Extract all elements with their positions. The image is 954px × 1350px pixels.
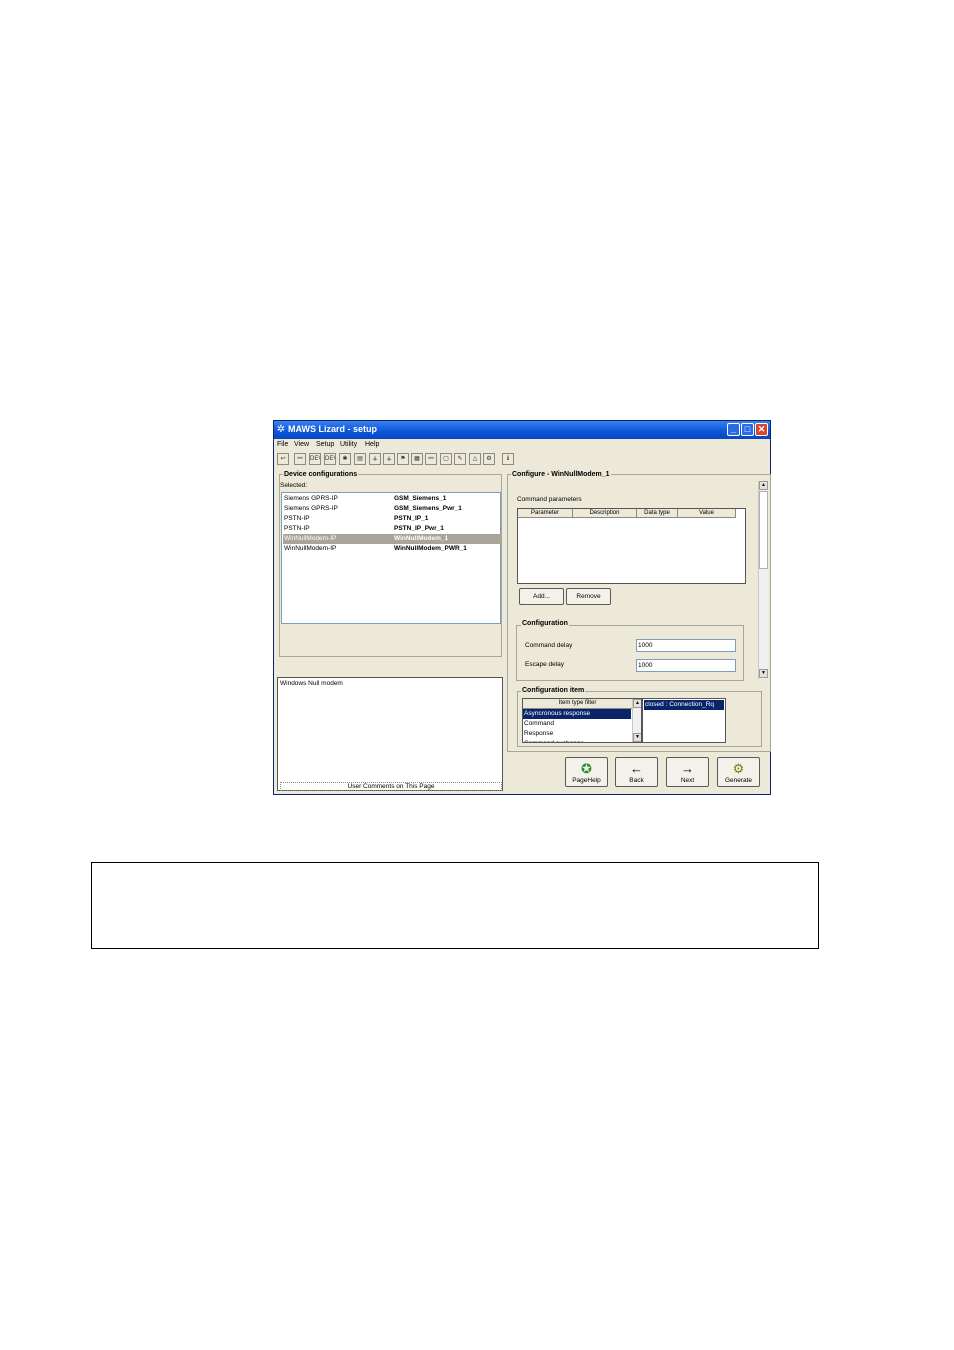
menu-setup[interactable]: Setup <box>316 441 334 448</box>
scroll-up-arrow[interactable]: ▲ <box>759 481 768 490</box>
comment-footer: User Comments on This Page <box>280 782 502 791</box>
configuration-group <box>516 625 744 681</box>
filter-scroll-down[interactable]: ▼ <box>633 733 641 742</box>
wind-2-icon[interactable]: ⚶ <box>383 453 395 465</box>
filter-scrollbar[interactable]: ▲ ▼ <box>632 699 641 742</box>
page-icon[interactable]: ▢ <box>440 453 452 465</box>
next-label: Next <box>680 777 695 784</box>
close-button[interactable]: ✕ <box>755 423 768 436</box>
undo-icon[interactable]: ↩ <box>277 453 289 465</box>
device-type: Siemens GPRS-IP <box>284 505 338 512</box>
device-edit-icon[interactable]: DEV <box>324 453 336 465</box>
title-bar[interactable]: ✲ MAWS Lizard - setup _ □ ✕ <box>274 421 770 439</box>
filter-item[interactable]: Response <box>523 729 631 739</box>
menu-view[interactable]: View <box>294 441 309 448</box>
escape-delay-label: Escape delay <box>525 661 565 668</box>
device-name: PSTN_IP_1 <box>394 515 429 522</box>
app-window: ✲ MAWS Lizard - setup _ □ ✕ File View Se… <box>273 420 771 795</box>
filter-scroll-up[interactable]: ▲ <box>633 699 641 708</box>
item-type-filter-header[interactable]: Item type filter <box>523 699 632 709</box>
empty-frame <box>91 862 819 949</box>
filter-item[interactable]: Asyncronous response <box>523 709 631 719</box>
config-item-value[interactable]: closed : Connection_Rq <box>644 700 724 710</box>
next-arrow-icon: → <box>681 761 694 776</box>
window-title: MAWS Lizard - setup <box>288 424 378 434</box>
command-parameters-table: Parameter Description Data type Value <box>517 508 746 584</box>
item-type-filter-list[interactable]: Item type filter Asyncronous response Com… <box>522 698 642 743</box>
pagehelp-icon: ✪ <box>581 761 592 776</box>
toolbar: ↩⚯DEVDEV✱▤⚶⚶⚑▦⚯▢✎△⚙ℹ <box>274 452 770 468</box>
configuration-item-title: Configuration item <box>521 687 586 694</box>
link-icon[interactable]: ⚯ <box>425 453 437 465</box>
add-button[interactable]: Add... <box>519 588 564 605</box>
edit-icon[interactable]: ✎ <box>454 453 466 465</box>
command-delay-label: Command delay <box>525 642 573 649</box>
back-label: Back <box>629 777 644 784</box>
config-item-value-list[interactable]: closed : Connection_Rq <box>642 698 726 743</box>
app-icon: ✲ <box>276 424 286 435</box>
network-icon[interactable]: ⚯ <box>294 453 306 465</box>
col-parameter[interactable]: Parameter <box>518 509 573 518</box>
device-icon[interactable]: DEV <box>309 453 321 465</box>
filter-item[interactable]: Command <box>523 719 631 729</box>
next-button[interactable]: → Next <box>666 757 709 787</box>
device-type: WinNullModem-IP <box>284 545 337 552</box>
pagehelp-label: PageHelp <box>572 777 601 784</box>
back-button[interactable]: ← Back <box>615 757 658 787</box>
configuration-title: Configuration <box>521 620 569 627</box>
device-configurations-title: Device configurations <box>283 471 359 478</box>
configure-title: Configure - WinNullModem_1 <box>511 471 611 478</box>
menu-file[interactable]: File <box>277 441 288 448</box>
device-list: Siemens GPRS-IP GSM_Siemens_1 Siemens GPRS… <box>281 492 501 624</box>
menu-help[interactable]: Help <box>365 441 379 448</box>
menu-bar: File View Setup Utility Help <box>274 439 770 451</box>
generate-label: Generate <box>724 777 753 784</box>
maximize-button[interactable]: □ <box>741 423 754 436</box>
device-name: GSM_Siemens_1 <box>394 495 447 502</box>
command-parameters-label: Command parameters <box>517 496 582 503</box>
info-icon[interactable]: ℹ <box>502 453 514 465</box>
pagehelp-button[interactable]: ✪ PageHelp <box>565 757 608 787</box>
device-name: GSM_Siemens_Pwr_1 <box>394 505 462 512</box>
col-value[interactable]: Value <box>678 509 736 518</box>
flag-icon[interactable]: ⚑ <box>397 453 409 465</box>
list-item[interactable]: WinNullModem-IP WinNullModem_1 <box>283 534 501 544</box>
alarm-icon[interactable]: △ <box>469 453 481 465</box>
list-item[interactable]: PSTN-IP PSTN_IP_1 <box>283 514 501 524</box>
settings-icon[interactable]: ⚙ <box>483 453 495 465</box>
device-type: Siemens GPRS-IP <box>284 495 338 502</box>
filter-item[interactable]: Command exchange <box>523 739 631 742</box>
sensor-icon[interactable]: ✱ <box>339 453 351 465</box>
scroll-down-arrow[interactable]: ▼ <box>759 669 768 678</box>
comment-text: Windows Null modem <box>280 680 343 687</box>
col-description[interactable]: Description <box>573 509 637 518</box>
back-arrow-icon: ← <box>630 761 643 776</box>
col-data-type[interactable]: Data type <box>637 509 678 518</box>
escape-delay-input[interactable]: 1000 <box>636 659 736 672</box>
remove-button[interactable]: Remove <box>566 588 611 605</box>
comment-box[interactable]: Windows Null modem User Comments on This… <box>277 677 503 791</box>
logger-icon[interactable]: ▤ <box>354 453 366 465</box>
wind-icon[interactable]: ⚶ <box>369 453 381 465</box>
selected-label: Selected: <box>280 482 308 489</box>
list-item[interactable]: Siemens GPRS-IP GSM_Siemens_1 <box>283 494 501 504</box>
device-name: WinNullModem_PWR_1 <box>394 545 467 552</box>
scroll-thumb[interactable] <box>759 491 768 569</box>
device-type: WinNullModem-IP <box>284 535 337 542</box>
list-item[interactable]: WinNullModem-IP WinNullModem_PWR_1 <box>283 544 501 554</box>
generate-icon: ⚙ <box>732 761 745 776</box>
grid-icon[interactable]: ▦ <box>411 453 423 465</box>
device-name: WinNullModem_1 <box>394 535 449 542</box>
command-delay-input[interactable]: 1000 <box>636 639 736 652</box>
list-item[interactable]: PSTN-IP PSTN_IP_Pwr_1 <box>283 524 501 534</box>
list-item[interactable]: Siemens GPRS-IP GSM_Siemens_Pwr_1 <box>283 504 501 514</box>
device-name: PSTN_IP_Pwr_1 <box>394 525 444 532</box>
menu-utility[interactable]: Utility <box>340 441 357 448</box>
generate-button[interactable]: ⚙ Generate <box>717 757 760 787</box>
device-type: PSTN-IP <box>284 525 310 532</box>
configure-scrollbar[interactable]: ▲ ▼ <box>758 481 768 679</box>
device-type: PSTN-IP <box>284 515 310 522</box>
minimize-button[interactable]: _ <box>727 423 740 436</box>
